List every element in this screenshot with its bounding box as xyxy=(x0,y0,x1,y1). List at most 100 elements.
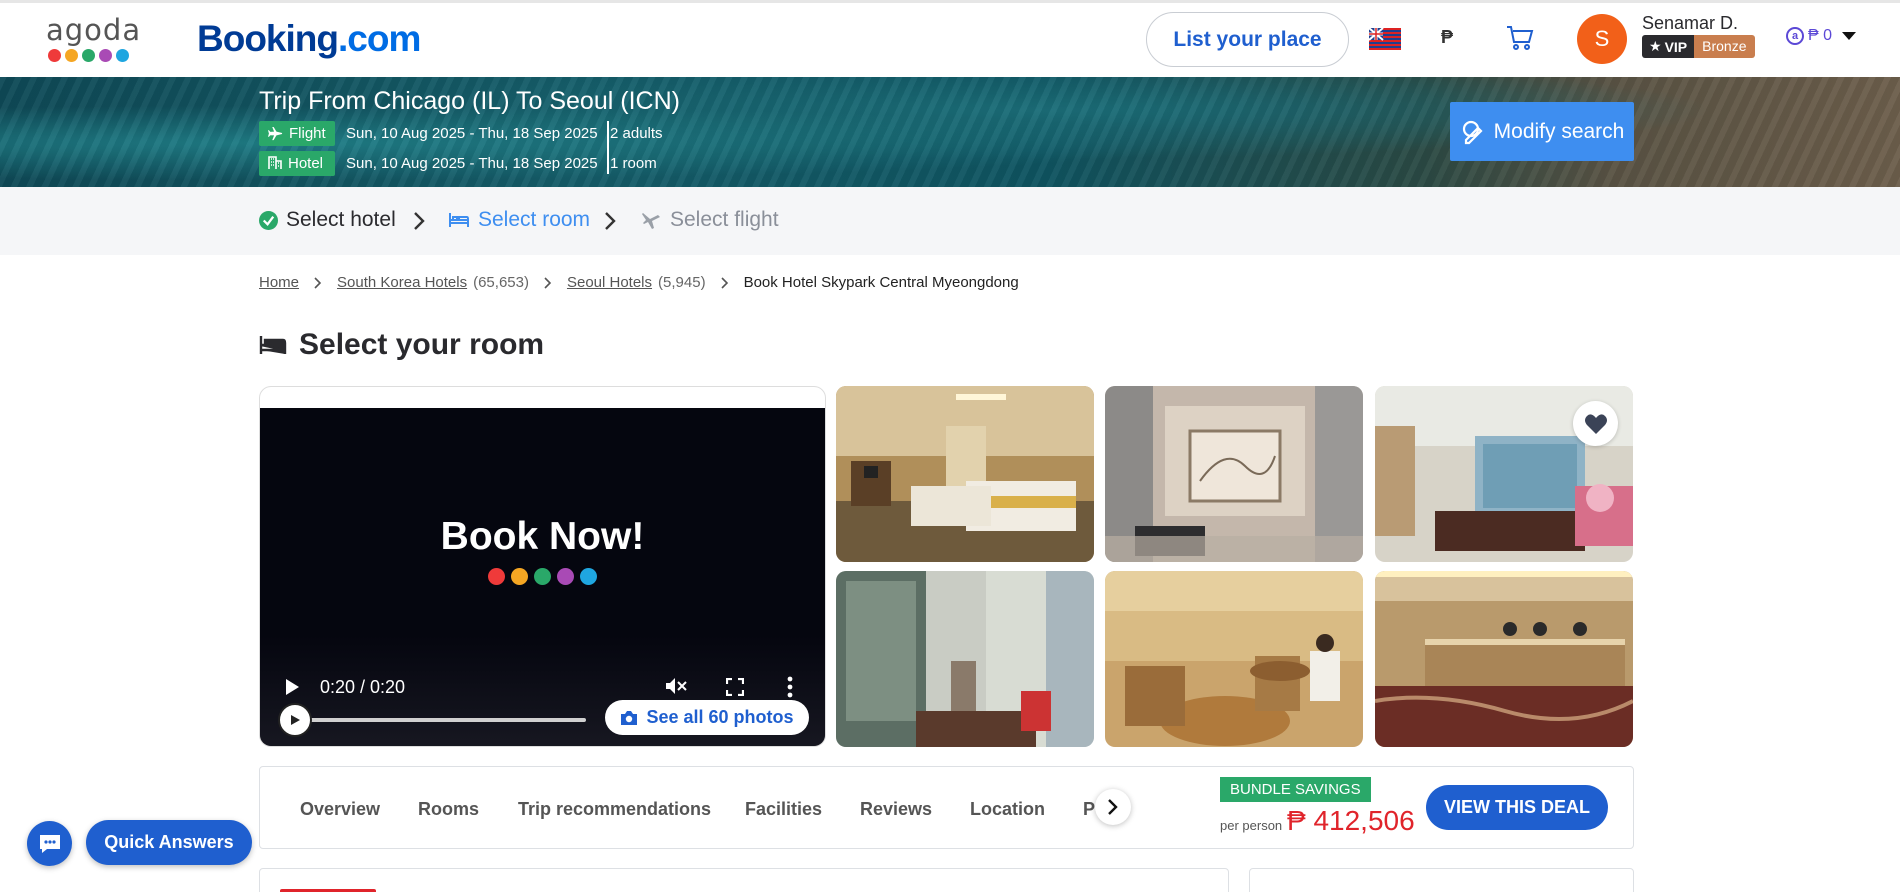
hotel-summary: Hotel Sun, 10 Aug 2025 - Thu, 18 Sep 202… xyxy=(259,150,657,176)
breadcrumb-country-count: (65,653) xyxy=(473,274,529,291)
chevron-right-icon xyxy=(414,212,425,230)
step-select-hotel-label: Select hotel xyxy=(286,208,396,231)
agoda-dot xyxy=(116,49,129,62)
video-dot xyxy=(580,568,597,585)
per-person-label: per person xyxy=(1220,818,1283,833)
video-dot xyxy=(511,568,528,585)
flight-tag-label: Flight xyxy=(289,124,326,142)
tab-overview[interactable]: Overview xyxy=(300,799,380,820)
list-your-place-button[interactable]: List your place xyxy=(1146,12,1349,67)
flag-uk-icon[interactable] xyxy=(1369,28,1401,50)
reception-image xyxy=(1375,571,1633,747)
agoda-dot xyxy=(65,49,78,62)
user-avatar[interactable]: S xyxy=(1577,14,1627,64)
hotel-photo-lobby[interactable] xyxy=(836,571,1094,747)
breadcrumb-city[interactable]: Seoul Hotels xyxy=(567,274,652,291)
chevron-right-icon xyxy=(544,276,552,289)
lobby-image xyxy=(836,571,1094,747)
step-select-room[interactable]: Select room xyxy=(448,208,590,232)
trip-divider xyxy=(607,121,609,174)
hotel-video-player[interactable]: Book Now! 0:20 / 0:20 xyxy=(259,386,826,747)
flight-dates: Sun, 10 Aug 2025 - Thu, 18 Sep 2025 xyxy=(346,124,598,142)
agoda-dot xyxy=(99,49,112,62)
travelers-count: 2 adults xyxy=(610,124,663,142)
play-small-icon xyxy=(291,715,300,725)
video-scrubber-handle[interactable] xyxy=(278,703,312,737)
step-select-flight[interactable]: Select flight xyxy=(640,208,779,232)
video-dots xyxy=(260,568,825,585)
user-name[interactable]: Senamar D. xyxy=(1642,13,1738,34)
currency-selector[interactable]: ₱ xyxy=(1441,27,1453,48)
hotel-tag: Hotel xyxy=(259,150,335,176)
points-balance: ₱ 0 xyxy=(1808,27,1833,44)
vip-status-badge: ★ VIP Bronze xyxy=(1642,35,1755,58)
tier-label: Bronze xyxy=(1694,35,1755,58)
tabs-next-button[interactable] xyxy=(1095,789,1131,825)
breadcrumb-country[interactable]: South Korea Hotels xyxy=(337,274,467,291)
agoda-logo-dots xyxy=(46,49,138,62)
modify-search-label: Modify search xyxy=(1493,119,1625,143)
tab-reviews[interactable]: Reviews xyxy=(860,799,932,820)
modify-search-button[interactable]: Modify search xyxy=(1450,102,1634,161)
see-all-photos-button[interactable]: See all 60 photos xyxy=(605,700,809,735)
edit-search-icon xyxy=(1462,120,1483,144)
hotel-photo-elevator-lobby[interactable] xyxy=(1105,386,1363,562)
agoda-dot xyxy=(48,49,61,62)
hotel-photo-restaurant[interactable] xyxy=(1105,571,1363,747)
view-this-deal-button[interactable]: VIEW THIS DEAL xyxy=(1426,785,1608,830)
check-circle-icon xyxy=(259,210,278,230)
fullscreen-icon[interactable] xyxy=(726,678,744,696)
video-title: Book Now! xyxy=(440,515,645,558)
bed-icon xyxy=(259,336,287,354)
tab-facilities[interactable]: Facilities xyxy=(745,799,822,820)
chat-bubble-icon xyxy=(39,834,60,853)
plane-icon xyxy=(268,126,283,140)
booking-logo[interactable]: Booking.com xyxy=(197,18,421,60)
chevron-right-icon xyxy=(1108,799,1118,815)
bed-icon xyxy=(449,213,469,227)
agoda-logo-text: agoda xyxy=(46,13,142,47)
breadcrumb-home[interactable]: Home xyxy=(259,274,299,291)
restaurant-image xyxy=(1105,571,1363,747)
hotel-photo-bedroom[interactable] xyxy=(836,386,1094,562)
quick-answers-button[interactable]: Quick Answers xyxy=(86,820,252,865)
booking-logo-brand: Booking xyxy=(197,18,339,59)
caret-down-icon xyxy=(1842,32,1857,40)
favorite-heart-button[interactable] xyxy=(1573,401,1618,446)
play-icon[interactable] xyxy=(284,678,300,696)
chevron-right-icon xyxy=(605,212,616,230)
room-card-peek xyxy=(259,868,1229,892)
page-title-text: Select your room xyxy=(299,328,545,361)
agoda-coin-icon: a xyxy=(1786,27,1804,45)
video-dot xyxy=(557,568,574,585)
deal-price: ₱ 412,506 xyxy=(1287,805,1415,836)
points-menu[interactable]: a ₱ 0 xyxy=(1786,27,1857,45)
tab-location[interactable]: Location xyxy=(970,799,1045,820)
cart-icon[interactable] xyxy=(1506,25,1534,51)
agoda-logo[interactable]: agoda xyxy=(46,13,142,66)
step-select-hotel[interactable]: Select hotel xyxy=(259,208,396,232)
heart-icon xyxy=(1584,413,1607,434)
flight-tag: Flight xyxy=(259,120,335,146)
breadcrumb: Home South Korea Hotels (65,653) Seoul H… xyxy=(259,274,1019,291)
video-time: 0:20 / 0:20 xyxy=(320,677,406,697)
trip-title: Trip From Chicago (IL) To Seoul (ICN) xyxy=(259,87,680,115)
hotel-dates: Sun, 10 Aug 2025 - Thu, 18 Sep 2025 xyxy=(346,154,598,172)
chevron-right-icon xyxy=(314,276,322,289)
tab-rooms[interactable]: Rooms xyxy=(418,799,479,820)
see-all-photos-label: See all 60 photos xyxy=(646,707,794,727)
breadcrumb-current: Book Hotel Skypark Central Myeongdong xyxy=(743,274,1019,291)
more-options-icon[interactable] xyxy=(787,676,793,698)
step-select-flight-label: Select flight xyxy=(670,208,779,231)
side-card-peek xyxy=(1249,868,1634,892)
mute-icon[interactable] xyxy=(665,676,687,696)
bundle-savings-badge: BUNDLE SAVINGS xyxy=(1220,777,1371,802)
tab-trip-recommendations[interactable]: Trip recommendations xyxy=(518,799,711,820)
hotel-photo-reception[interactable] xyxy=(1375,571,1633,747)
camera-icon xyxy=(621,710,638,725)
chat-button[interactable] xyxy=(27,821,72,866)
vip-text: VIP xyxy=(1664,38,1688,55)
video-progress-bar[interactable] xyxy=(286,718,586,722)
rooms-count: 1 room xyxy=(610,154,657,172)
booking-logo-domain: .com xyxy=(337,18,421,59)
